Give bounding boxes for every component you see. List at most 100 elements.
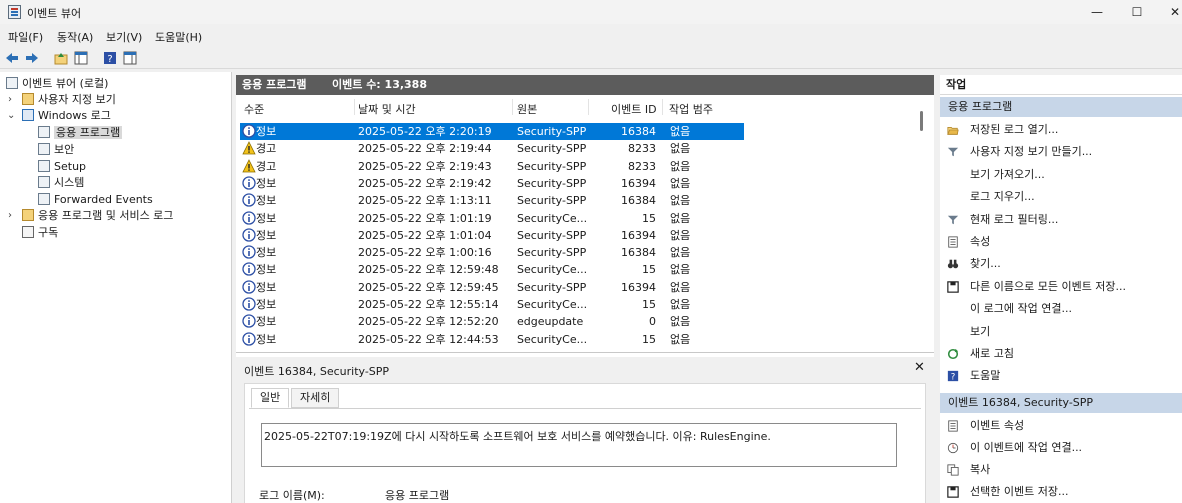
action-item[interactable]: 다른 이름으로 모든 이벤트 저장...	[940, 276, 1182, 298]
action-label: 로그 지우기...	[970, 190, 1035, 204]
column-header-event-id[interactable]: 이벤트 ID	[611, 101, 657, 117]
help-icon: ?	[947, 371, 959, 382]
menu-file[interactable]: 파일(F)	[8, 29, 43, 45]
detail-close-icon[interactable]: ✕	[914, 360, 925, 375]
menu-action[interactable]: 동작(A)	[57, 29, 93, 45]
cell-id: 16384	[621, 125, 656, 138]
table-row[interactable]: 정보 2025-05-22 오후 2:20:19 Security-SPP 16384…	[240, 123, 744, 140]
action-item[interactable]: ? 도움말	[940, 365, 1182, 387]
tree-item-app-service-logs[interactable]: 응용 프로그램 및 서비스 로그	[22, 208, 173, 224]
log-icon	[38, 126, 50, 138]
vertical-scrollbar[interactable]	[920, 111, 923, 131]
cell-datetime: 2025-05-22 오후 1:01:04	[358, 228, 492, 242]
tree-item-subscriptions[interactable]: 구독	[22, 225, 58, 241]
cell-source: Security-SPP	[517, 228, 587, 242]
close-button[interactable]: ✕	[1160, 3, 1182, 21]
table-row[interactable]: 정보 2025-05-22 오후 1:01:04 Security-SPP 16394…	[240, 227, 744, 244]
table-row[interactable]: 경고 2025-05-22 오후 2:19:43 Security-SPP 8233 없…	[240, 158, 744, 175]
chevron-down-icon[interactable]: ⌄	[7, 110, 15, 121]
tree-item-setup[interactable]: Setup	[38, 159, 86, 175]
action-item[interactable]: 복사	[940, 459, 1182, 481]
action-item[interactable]: 보기	[940, 321, 1182, 343]
action-item[interactable]: 이 로그에 작업 연결...	[940, 298, 1182, 320]
chevron-right-icon[interactable]: ›	[8, 94, 12, 105]
action-item[interactable]: 이 이벤트에 작업 연결...	[940, 437, 1182, 459]
info-icon	[242, 331, 256, 346]
action-item[interactable]: 새로 고침	[940, 343, 1182, 365]
column-separator[interactable]	[354, 99, 355, 115]
table-row[interactable]: 정보 2025-05-22 오후 1:01:19 SecurityCe... 15 없음	[240, 210, 744, 227]
cell-category: 없음	[670, 211, 691, 225]
tree-item-application[interactable]: 응용 프로그램	[38, 125, 123, 141]
action-label: 복사	[970, 463, 991, 476]
tree-item-system[interactable]: 시스템	[38, 175, 84, 191]
column-header-level[interactable]: 수준	[244, 101, 264, 117]
log-icon	[38, 143, 50, 155]
show-hide-tree-icon[interactable]	[74, 51, 88, 65]
cell-category: 없음	[670, 298, 691, 311]
action-item[interactable]: 저장된 로그 열기...	[940, 119, 1182, 141]
cell-category: 없음	[670, 176, 691, 190]
column-separator[interactable]	[512, 99, 513, 115]
menu-view[interactable]: 보기(V)	[106, 29, 142, 45]
menu-help[interactable]: 도움말(H)	[155, 29, 202, 45]
action-item[interactable]: 선택한 이벤트 저장...	[940, 481, 1182, 503]
table-row[interactable]: 정보 2025-05-22 오후 12:59:45 Security-SPP 1639…	[240, 279, 744, 296]
table-row[interactable]: 정보 2025-05-22 오후 1:13:11 Security-SPP 16384…	[240, 192, 744, 209]
actions-section-event[interactable]: 이벤트 16384, Security-SPP	[940, 393, 1182, 413]
table-row[interactable]: 정보 2025-05-22 오후 12:55:14 SecurityCe... 15 없…	[240, 296, 744, 313]
help-toolbar-icon[interactable]: ?	[103, 51, 117, 65]
show-hide-action-pane-icon[interactable]	[123, 51, 137, 65]
chevron-right-icon[interactable]: ›	[8, 210, 12, 221]
tree-item-forwarded-events[interactable]: Forwarded Events	[38, 192, 153, 208]
action-item[interactable]: 보기 가져오기...	[940, 164, 1182, 186]
table-row[interactable]: 경고 2025-05-22 오후 2:19:44 Security-SPP 8233 없…	[240, 140, 744, 157]
table-row[interactable]: 정보 2025-05-22 오후 12:59:48 SecurityCe... 15 없…	[240, 261, 744, 278]
action-item[interactable]: 로그 지우기...	[940, 186, 1182, 208]
table-row[interactable]: 정보 2025-05-22 오후 12:44:53 SecurityCe... 15 없…	[240, 331, 744, 348]
warning-icon	[242, 141, 256, 155]
cell-datetime: 2025-05-22 오후 2:19:44	[358, 142, 492, 156]
folder-up-icon[interactable]	[54, 51, 68, 65]
cell-category: 없음	[670, 228, 691, 242]
column-separator[interactable]	[588, 99, 589, 115]
cell-source: Security-SPP	[517, 142, 587, 156]
actions-section-application[interactable]: 응용 프로그램	[940, 97, 1182, 117]
action-item[interactable]: 속성	[940, 231, 1182, 253]
info-icon	[242, 228, 256, 242]
folder-open-icon	[947, 127, 959, 135]
cell-level: 정보	[256, 228, 277, 242]
minimize-button[interactable]: —	[1082, 3, 1112, 21]
cell-id: 16394	[621, 176, 656, 190]
action-label: 찾기...	[970, 257, 1001, 271]
table-row[interactable]: 정보 2025-05-22 오후 12:52:20 edgeupdate 0 없음	[240, 313, 744, 330]
tree-item-security[interactable]: 보안	[38, 142, 74, 158]
forward-arrow-icon[interactable]	[25, 51, 39, 65]
column-header-datetime[interactable]: 날짜 및 시간	[358, 101, 416, 117]
action-item[interactable]: 사용자 지정 보기 만들기...	[940, 141, 1182, 163]
action-item[interactable]: 이벤트 속성	[940, 415, 1182, 437]
cell-level: 정보	[256, 263, 277, 277]
back-arrow-icon[interactable]	[5, 51, 19, 65]
maximize-button[interactable]: ☐	[1122, 3, 1152, 21]
column-header-source[interactable]: 원본	[517, 101, 537, 117]
tree-item-custom-views[interactable]: 사용자 지정 보기	[22, 92, 116, 108]
action-item[interactable]: 찾기...	[940, 253, 1182, 275]
column-separator[interactable]	[662, 99, 663, 115]
cell-level: 경고	[256, 142, 277, 156]
properties-icon	[948, 420, 958, 432]
cell-id: 16394	[621, 228, 656, 242]
action-item[interactable]: 현재 로그 필터링...	[940, 209, 1182, 231]
tab-details[interactable]: 자세히	[291, 388, 340, 408]
cell-source: SecurityCe...	[517, 263, 588, 277]
tree-item-root[interactable]: 이벤트 뷰어 (로컬)	[6, 76, 108, 92]
event-message[interactable]: 2025-05-22T07:19:19Z에 다시 시작하도록 소프트웨어 보호 …	[261, 423, 897, 467]
table-row[interactable]: 정보 2025-05-22 오후 2:19:42 Security-SPP 16394…	[240, 175, 744, 192]
cell-source: SecurityCe...	[517, 332, 588, 346]
column-header-task-category[interactable]: 작업 범주	[669, 101, 713, 117]
log-header-name: 응용 프로그램	[242, 78, 307, 91]
table-row[interactable]: 정보 2025-05-22 오후 1:00:16 Security-SPP 16384…	[240, 244, 744, 261]
tree-item-windows-logs[interactable]: Windows 로그	[22, 108, 111, 124]
cell-id: 8233	[628, 159, 656, 173]
tab-general[interactable]: 일반	[251, 388, 290, 408]
